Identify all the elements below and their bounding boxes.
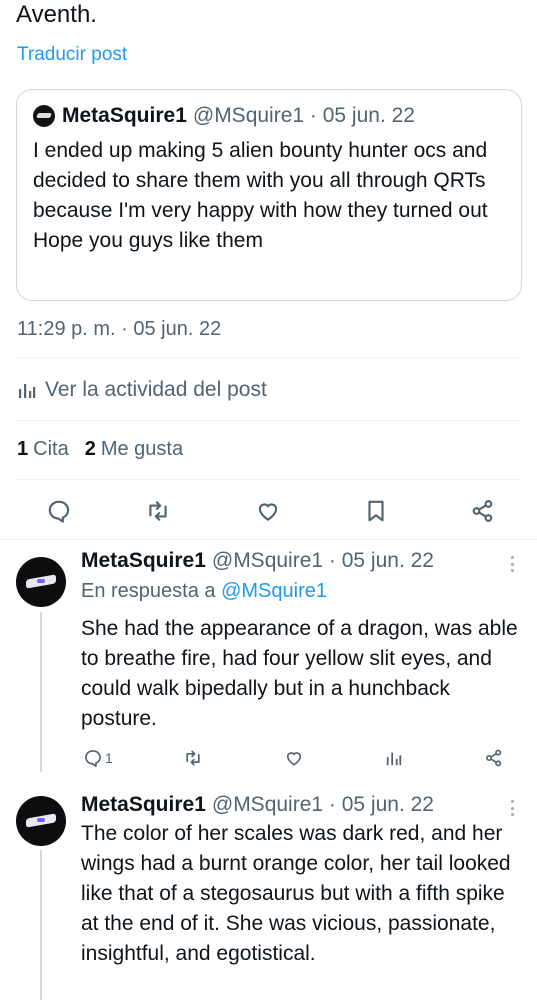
analytics-icon	[386, 752, 402, 766]
like-count[interactable]: 2 Me gusta	[85, 438, 183, 461]
retweet-icon	[149, 501, 167, 521]
reply-count: 1	[105, 750, 113, 766]
author-name[interactable]: MetaSquire1	[81, 549, 206, 573]
post-activity-link[interactable]: Ver la actividad del post	[17, 378, 267, 402]
bookmark-icon	[368, 500, 384, 522]
like-button[interactable]	[284, 746, 304, 770]
retweet-button[interactable]	[140, 493, 176, 529]
reply-text: She had the appearance of a dragon, was …	[81, 617, 518, 730]
author-handle-date: @MSquire1 · 05 jun. 22	[211, 549, 434, 572]
reply-header: MetaSquire1 @MSquire1 · 05 jun. 22	[81, 793, 434, 817]
divider	[16, 479, 521, 480]
reply-icon	[48, 500, 70, 523]
share-icon	[472, 500, 493, 522]
like-button[interactable]	[250, 493, 286, 529]
reply-button[interactable]	[41, 493, 77, 529]
retweet-button[interactable]	[183, 746, 203, 770]
like-icon	[286, 752, 302, 766]
divider	[16, 420, 521, 421]
thread-connector	[40, 850, 42, 1000]
share-button[interactable]	[484, 746, 504, 770]
post-action-bar	[0, 493, 537, 529]
avatar[interactable]	[33, 105, 55, 127]
quoted-post-card[interactable]: MetaSquire1 @MSquire1 · 05 jun. 22 I end…	[16, 89, 522, 301]
divider	[0, 539, 537, 540]
avatar[interactable]	[16, 796, 66, 846]
reply-text: The color of her scales was dark red, an…	[81, 822, 511, 965]
author-handle-date: @MSquire1 · 05 jun. 22	[211, 793, 434, 816]
post-timestamp[interactable]: 11:29 p. m. · 05 jun. 22	[17, 318, 221, 341]
reply-button[interactable]: 1	[83, 746, 113, 770]
share-icon	[486, 749, 502, 767]
retweet-icon	[186, 750, 200, 766]
translate-post-link[interactable]: Traducir post	[17, 44, 127, 66]
author-handle-date: @MSquire1 · 05 jun. 22	[192, 104, 415, 127]
divider	[16, 357, 521, 358]
like-icon	[258, 503, 278, 521]
more-options-button[interactable]	[505, 798, 519, 818]
share-button[interactable]	[465, 493, 501, 529]
analytics-icon	[19, 384, 36, 398]
quoted-post-text: I ended up making 5 alien bounty hunter …	[33, 139, 488, 252]
activity-label: Ver la actividad del post	[45, 378, 267, 401]
avatar[interactable]	[16, 557, 66, 607]
reply-icon	[85, 750, 101, 767]
bookmark-button[interactable]	[358, 493, 394, 529]
views-button[interactable]	[385, 746, 403, 770]
in-reply-to: En respuesta a @MSquire1	[81, 580, 327, 602]
author-name[interactable]: MetaSquire1	[81, 793, 206, 817]
quote-count[interactable]: 1 Cita	[17, 438, 69, 461]
author-name[interactable]: MetaSquire1	[62, 104, 187, 128]
reply-header: MetaSquire1 @MSquire1 · 05 jun. 22	[81, 549, 434, 573]
post-stats: 1 Cita 2 Me gusta	[17, 438, 183, 461]
reply-action-bar: 1	[0, 746, 537, 770]
mention-link[interactable]: @MSquire1	[221, 580, 327, 602]
quoted-post-header: MetaSquire1 @MSquire1 · 05 jun. 22	[33, 104, 415, 128]
post-text: Aventh.	[16, 1, 97, 28]
more-options-button[interactable]	[505, 554, 519, 574]
